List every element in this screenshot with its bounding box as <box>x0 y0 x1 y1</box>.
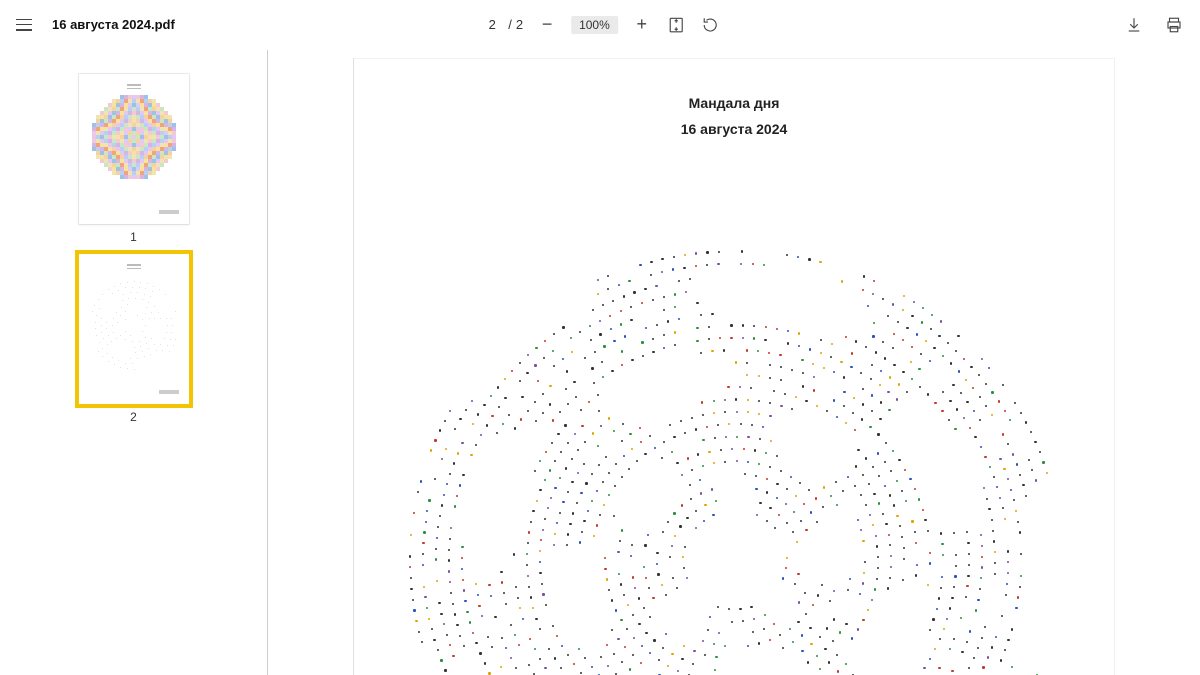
thumbnail-item: 2 <box>79 254 189 424</box>
zoom-in-button[interactable]: + <box>632 15 652 35</box>
toolbar: 16 августа 2024.pdf 2 / 2 − 100% + <box>0 0 1200 50</box>
thumbnail-page-2[interactable] <box>79 254 189 404</box>
thumbnail-sidebar[interactable]: 1 2 <box>0 50 268 675</box>
page-separator: / <box>508 17 512 32</box>
toolbar-left: 16 августа 2024.pdf <box>16 17 175 32</box>
thumbnail-footer-bar <box>159 390 179 394</box>
thumbnail-number: 1 <box>130 230 137 244</box>
thumbnail-text-placeholder <box>127 84 141 89</box>
rotate-button[interactable] <box>700 15 720 35</box>
zoom-level[interactable]: 100% <box>571 16 618 34</box>
page-viewer[interactable]: Мандала дня 16 августа 2024 <box>268 50 1200 675</box>
document-filename: 16 августа 2024.pdf <box>52 17 175 32</box>
page-indicator: 2 / 2 <box>480 14 523 35</box>
thumbnail-page-1[interactable] <box>79 74 189 224</box>
menu-icon[interactable] <box>16 19 32 31</box>
thumbnail-footer-bar <box>159 210 179 214</box>
fit-page-button[interactable] <box>666 15 686 35</box>
toolbar-center: 2 / 2 − 100% + <box>480 14 720 35</box>
toolbar-right <box>1124 15 1184 35</box>
page-current-input[interactable]: 2 <box>480 14 504 35</box>
page-canvas: Мандала дня 16 августа 2024 <box>354 58 1114 675</box>
download-button[interactable] <box>1124 15 1144 35</box>
page-title: Мандала дня <box>374 95 1094 111</box>
page-total: 2 <box>516 17 523 32</box>
main: 1 2 Мандала дня 16 августа 2024 <box>0 50 1200 675</box>
page-subtitle: 16 августа 2024 <box>374 121 1094 137</box>
thumbnail-mandala-colored <box>92 95 176 179</box>
zoom-out-button[interactable]: − <box>537 15 557 35</box>
thumbnail-text-placeholder <box>127 264 141 269</box>
thumbnail-item: 1 <box>79 74 189 244</box>
thumbnail-number: 2 <box>130 410 137 424</box>
thumbnail-mandala-dots <box>92 275 176 375</box>
mandala-dots-pattern <box>404 239 1064 675</box>
print-button[interactable] <box>1164 15 1184 35</box>
